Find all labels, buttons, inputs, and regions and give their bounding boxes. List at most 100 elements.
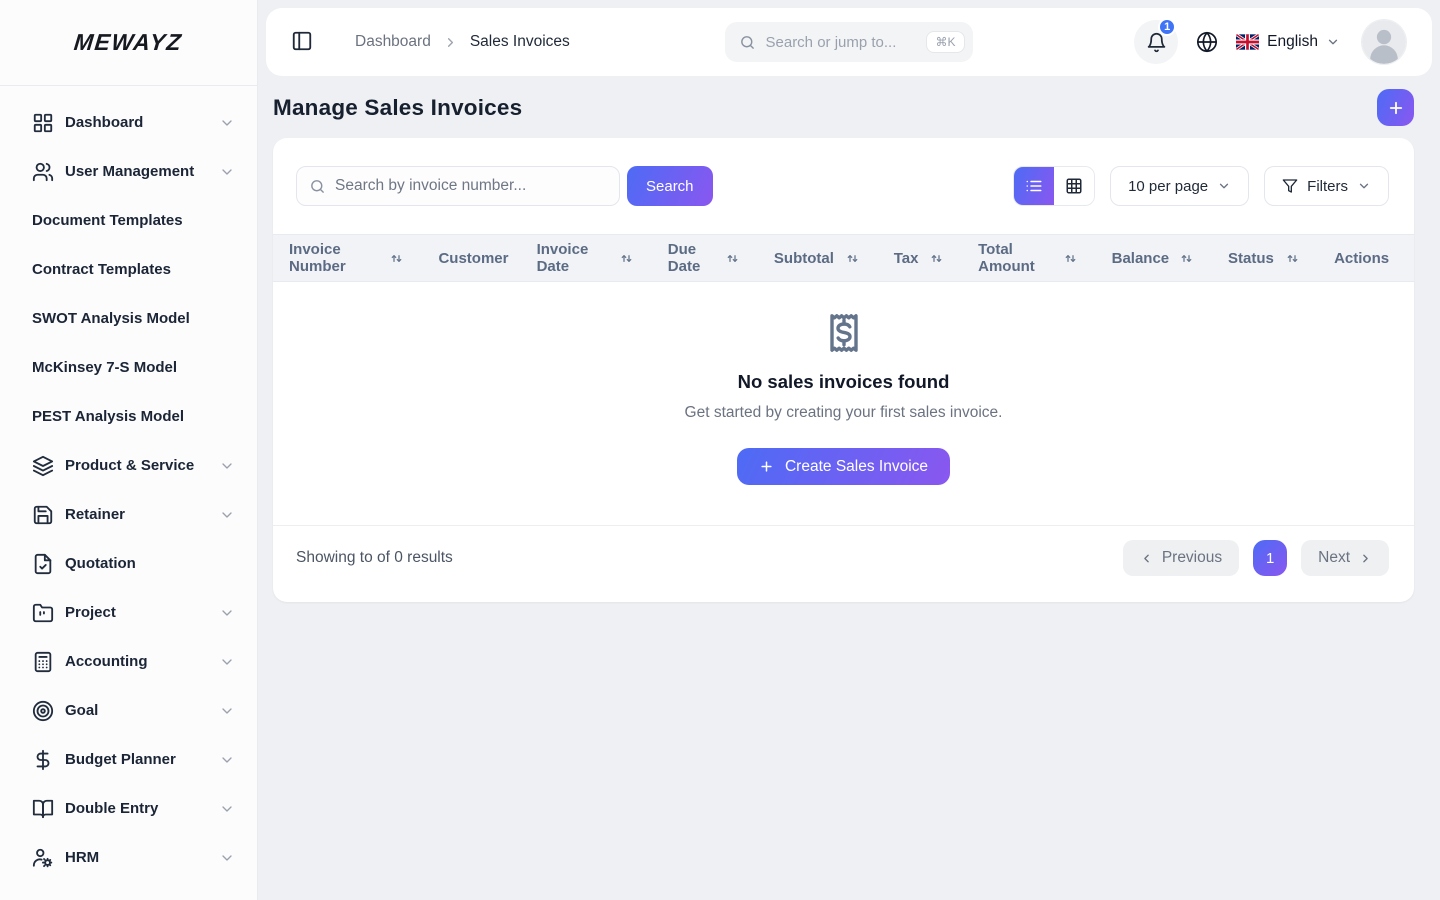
previous-page-button[interactable]: Previous <box>1122 540 1240 576</box>
page-head: Manage Sales Invoices <box>273 89 1414 126</box>
user-gear-icon <box>32 847 54 869</box>
per-page-select[interactable]: 10 per page <box>1110 166 1250 206</box>
sidebar-item-mckinsey-7-s-model[interactable]: McKinsey 7-S Model <box>0 343 257 392</box>
funnel-icon <box>1282 178 1298 194</box>
book-open-icon <box>32 798 54 820</box>
breadcrumb-dashboard[interactable]: Dashboard <box>355 33 431 51</box>
sidebar-item-hrm[interactable]: HRM <box>0 833 257 882</box>
language-selector[interactable]: English <box>1236 33 1340 51</box>
chevron-right-icon <box>1359 552 1372 565</box>
search-button[interactable]: Search <box>627 166 713 206</box>
sidebar-item-product-service[interactable]: Product & Service <box>0 441 257 490</box>
grid-icon <box>32 112 54 134</box>
sort-icon <box>1285 251 1300 266</box>
filters-button[interactable]: Filters <box>1264 166 1389 206</box>
sidebar-item-double-entry[interactable]: Double Entry <box>0 784 257 833</box>
column-header-balance[interactable]: Balance <box>1096 235 1212 281</box>
previous-label: Previous <box>1161 549 1223 566</box>
sidebar-item-accounting[interactable]: Accounting <box>0 637 257 686</box>
breadcrumb: Dashboard Sales Invoices <box>355 33 570 51</box>
sidebar-item-user-management[interactable]: User Management <box>0 147 257 196</box>
sidebar-item-pest-analysis-model[interactable]: PEST Analysis Model <box>0 392 257 441</box>
column-header-invoice-number[interactable]: Invoice Number <box>273 235 422 281</box>
column-header-due-date[interactable]: Due Date <box>652 235 758 281</box>
sidebar-item-label: McKinsey 7-S Model <box>32 358 178 376</box>
column-label: Total Amount <box>978 241 1035 275</box>
create-sales-invoice-button[interactable]: Create Sales Invoice <box>736 448 951 485</box>
column-label: Status <box>1227 249 1274 267</box>
view-toggle <box>1013 166 1096 206</box>
sidebar-item-label: Double Entry <box>65 799 159 817</box>
sidebar-item-document-templates[interactable]: Document Templates <box>0 196 257 245</box>
next-label: Next <box>1318 549 1350 566</box>
sidebar-item-label: Goal <box>65 701 99 719</box>
chevron-left-icon <box>1140 552 1153 565</box>
sidebar-toggle-icon[interactable] <box>291 30 315 54</box>
sidebar-item-budget-planner[interactable]: Budget Planner <box>0 735 257 784</box>
search-shortcut-badge: ⌘K <box>926 31 965 53</box>
plus-icon <box>759 459 774 474</box>
per-page-label: 10 per page <box>1128 177 1209 195</box>
folder-icon <box>32 602 54 624</box>
invoice-search-input[interactable] <box>335 177 607 195</box>
sidebar-item-label: PEST Analysis Model <box>32 407 184 425</box>
column-header-tax[interactable]: Tax <box>878 235 962 281</box>
column-header-status[interactable]: Status <box>1212 235 1318 281</box>
layers-icon <box>32 455 54 477</box>
chevron-down-icon <box>219 458 235 474</box>
chevron-down-icon <box>219 703 235 719</box>
sidebar-item-dashboard[interactable]: Dashboard <box>0 98 257 147</box>
column-label: Balance <box>1111 249 1170 267</box>
global-search-placeholder: Search or jump to... <box>765 33 897 51</box>
invoice-search-field <box>296 166 620 206</box>
notifications-button[interactable]: 1 <box>1134 18 1179 64</box>
column-header-subtotal[interactable]: Subtotal <box>758 235 878 281</box>
table-grid-icon <box>1065 177 1083 195</box>
sidebar-nav: Dashboard User Management Document Templat… <box>0 86 257 882</box>
sidebar-item-quotation[interactable]: Quotation <box>0 539 257 588</box>
list-view-button[interactable] <box>1014 167 1055 205</box>
sidebar-item-retainer[interactable]: Retainer <box>0 490 257 539</box>
sidebar-item-project[interactable]: Project <box>0 588 257 637</box>
sidebar-item-goal[interactable]: Goal <box>0 686 257 735</box>
sort-icon <box>845 251 860 266</box>
sort-icon <box>1179 251 1194 266</box>
sidebar-item-label: Contract Templates <box>32 260 171 278</box>
chevron-down-icon <box>219 801 235 817</box>
sidebar-item-label: Budget Planner <box>65 750 176 768</box>
filters-label: Filters <box>1307 177 1348 195</box>
table-header-row: Invoice Number Customer Invoice Date Due Da… <box>273 234 1414 282</box>
sidebar-item-label: Accounting <box>65 652 148 670</box>
user-avatar[interactable] <box>1362 20 1406 64</box>
column-label: Subtotal <box>773 249 834 267</box>
target-icon <box>32 700 54 722</box>
card-toolbar: Search 10 per page <box>273 138 1414 234</box>
dollar-icon <box>32 749 54 771</box>
column-header-total-amount[interactable]: Total Amount <box>962 235 1095 281</box>
page-1-button[interactable]: 1 <box>1253 540 1288 576</box>
notification-count-badge: 1 <box>1158 18 1177 36</box>
sidebar-item-label: SWOT Analysis Model <box>32 309 190 327</box>
column-header-invoice-date[interactable]: Invoice Date <box>521 235 652 281</box>
plus-icon <box>1387 99 1405 117</box>
sort-icon <box>1063 251 1078 266</box>
chevron-down-icon <box>219 850 235 866</box>
sidebar-item-label: Dashboard <box>65 113 144 131</box>
language-label: English <box>1267 33 1318 50</box>
next-page-button[interactable]: Next <box>1301 540 1389 576</box>
global-search-input[interactable]: Search or jump to... ⌘K <box>724 22 973 62</box>
grid-view-button[interactable] <box>1054 167 1095 205</box>
app-logo: MEWAYZ <box>73 29 185 55</box>
sidebar-item-label: Project <box>65 603 116 621</box>
sidebar-item-contract-templates[interactable]: Contract Templates <box>0 245 257 294</box>
card-footer: Showing to of 0 results Previous 1 Next <box>273 525 1414 602</box>
chevron-down-icon <box>219 115 235 131</box>
sidebar-item-swot-analysis-model[interactable]: SWOT Analysis Model <box>0 294 257 343</box>
toolbar-left: Search <box>296 166 713 206</box>
sidebar-item-label: HRM <box>65 848 100 866</box>
invoices-card: Search 10 per page <box>273 138 1414 602</box>
globe-icon[interactable] <box>1196 31 1218 53</box>
pagination: Previous 1 Next <box>1122 540 1389 576</box>
file-check-icon <box>32 553 54 575</box>
add-invoice-button[interactable] <box>1377 89 1414 126</box>
